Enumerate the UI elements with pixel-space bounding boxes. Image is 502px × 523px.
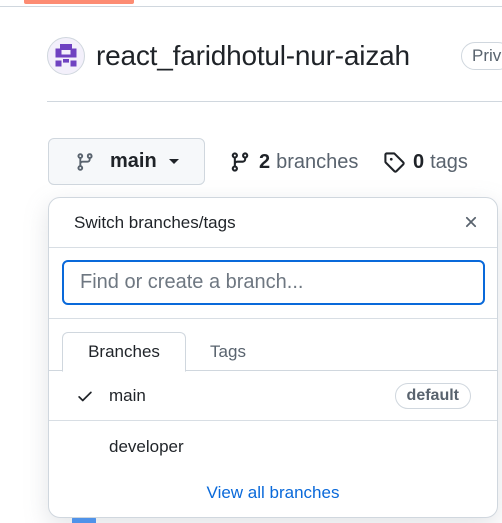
- check-icon: [78, 391, 92, 402]
- tags-link[interactable]: 0 tags: [383, 148, 468, 176]
- branch-item-main[interactable]: main default: [49, 371, 497, 421]
- tags-label: tags: [430, 150, 468, 173]
- tags-count: 0: [413, 150, 425, 173]
- tab-tags[interactable]: Tags: [186, 332, 270, 372]
- repo-avatar[interactable]: [47, 37, 85, 75]
- branch-select-button[interactable]: main: [48, 138, 205, 185]
- repo-name-link[interactable]: react_faridhotul-nur-aizah: [96, 40, 410, 72]
- nav-border: [0, 6, 502, 7]
- branch-item-developer[interactable]: developer: [49, 422, 497, 472]
- branch-name: developer: [109, 437, 184, 456]
- branch-filter-input[interactable]: [62, 260, 485, 305]
- repo-header: react_faridhotul-nur-aizah: [47, 36, 410, 76]
- view-all-branches-link[interactable]: View all branches: [49, 483, 497, 503]
- branch-dropdown: Switch branches/tags Branches Tags main …: [48, 197, 498, 518]
- dropdown-tabs: Branches Tags: [49, 319, 497, 372]
- caret-down-icon: [168, 159, 179, 164]
- git-branch-icon: [231, 152, 249, 172]
- active-tab-underline: [24, 0, 134, 4]
- identicon-icon: [55, 44, 77, 67]
- branch-name: main: [109, 385, 146, 405]
- visibility-badge: Priv: [461, 42, 502, 70]
- header-divider: [47, 101, 502, 102]
- branches-count: 2: [259, 150, 271, 173]
- tab-branches[interactable]: Branches: [62, 332, 186, 372]
- default-badge: default: [394, 382, 471, 409]
- close-button[interactable]: [459, 210, 483, 234]
- current-branch-label: main: [110, 150, 157, 172]
- tag-icon: [384, 152, 405, 173]
- dropdown-title: Switch branches/tags: [74, 213, 236, 232]
- git-branch-icon: [77, 152, 93, 171]
- close-icon: [465, 216, 477, 228]
- filter-section: [49, 248, 497, 319]
- branches-label: branches: [276, 150, 359, 173]
- branches-link[interactable]: 2 branches: [229, 148, 358, 176]
- dropdown-header: Switch branches/tags: [49, 198, 497, 248]
